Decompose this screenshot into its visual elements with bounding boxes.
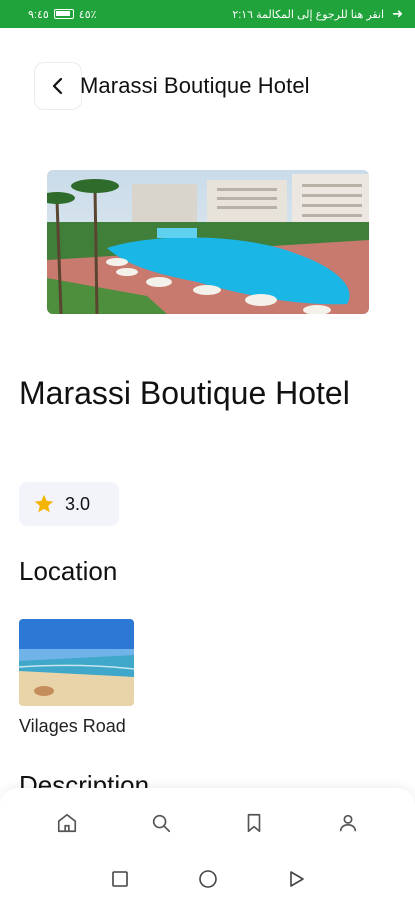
nav-bookmarks[interactable]: [234, 803, 274, 843]
sys-recents-button[interactable]: [108, 867, 132, 891]
status-time: ٩:٤٥: [28, 8, 49, 21]
hotel-name: Marassi Boutique Hotel: [19, 375, 350, 411]
bookmark-icon: [248, 813, 261, 833]
home-icon: [57, 813, 76, 833]
status-left: ٩:٤٥ ٤٥٪: [28, 8, 97, 21]
back-triangle-icon: [289, 871, 304, 887]
bottom-nav: [0, 788, 415, 858]
search-icon: [152, 814, 170, 833]
back-button[interactable]: [34, 62, 82, 110]
sys-home-button[interactable]: [196, 867, 220, 891]
sys-back-button[interactable]: [284, 867, 308, 891]
battery-icon: [53, 9, 74, 19]
location-name: Vilages Road: [19, 716, 126, 736]
arrow-right-icon: ➜: [392, 6, 403, 21]
location-heading: Location: [19, 556, 118, 586]
location-image[interactable]: [19, 619, 134, 706]
recents-icon: [111, 871, 128, 887]
hotel-hero-image: [47, 170, 369, 314]
rating-badge: 3.0: [19, 482, 119, 526]
system-nav: [0, 858, 415, 900]
page-title: Marassi Boutique Hotel: [80, 73, 310, 98]
call-return-text: انقر هنا للرجوع إلى المكالمة ٢:١٦: [232, 8, 385, 21]
home-circle-icon: [198, 870, 217, 888]
chevron-left-icon: [52, 77, 63, 95]
nav-search[interactable]: [141, 803, 181, 843]
rating-value: 3.0: [65, 493, 91, 514]
nav-home[interactable]: [47, 803, 87, 843]
battery-level: ٤٥٪: [78, 8, 97, 21]
nav-profile[interactable]: [328, 803, 368, 843]
star-icon: [34, 494, 54, 513]
profile-icon: [339, 814, 357, 832]
header: Marassi Boutique Hotel: [34, 60, 395, 112]
return-to-call[interactable]: انقر هنا للرجوع إلى المكالمة ٢:١٦ ➜: [232, 6, 403, 22]
status-bar: ٩:٤٥ ٤٥٪ انقر هنا للرجوع إلى المكالمة ٢:…: [0, 0, 415, 28]
